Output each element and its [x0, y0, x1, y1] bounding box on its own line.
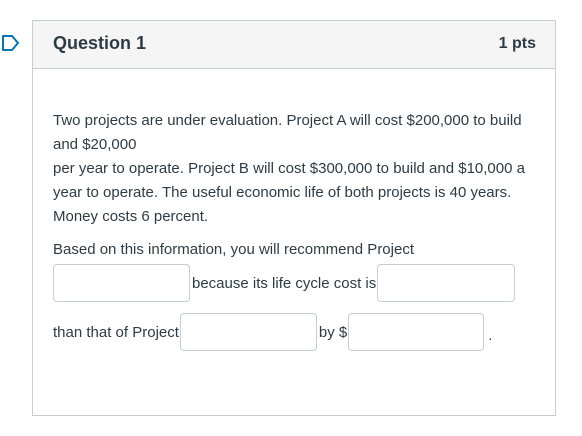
question-prompt: Based on this information, you will reco… [53, 241, 414, 258]
comparison-input[interactable] [377, 264, 516, 302]
label-than: than that of Project [53, 323, 179, 341]
question-body: Two projects are under evaluation. Proje… [33, 69, 555, 262]
label-because: because its life cycle cost is [192, 274, 377, 292]
question-card: Question 1 1 pts Two projects are under … [32, 20, 556, 416]
other-project-input[interactable] [179, 313, 317, 351]
question-points: 1 pts [498, 35, 536, 52]
question-header: Question 1 1 pts [33, 21, 555, 69]
project-recommended-input[interactable] [53, 264, 190, 302]
question-text-line1: Two projects are under evaluation. Proje… [53, 112, 522, 153]
question-text-line2: per year to operate. Project B will cost… [53, 160, 525, 225]
answer-row-1: because its life cycle cost is [53, 264, 516, 302]
flag-question-icon[interactable] [1, 33, 21, 53]
question-title: Question 1 [53, 33, 147, 53]
answer-row-2: than that of Project by $ . [53, 313, 492, 351]
label-by: by $ [318, 323, 348, 341]
label-period: . [488, 326, 493, 344]
difference-amount-input[interactable] [348, 313, 485, 351]
